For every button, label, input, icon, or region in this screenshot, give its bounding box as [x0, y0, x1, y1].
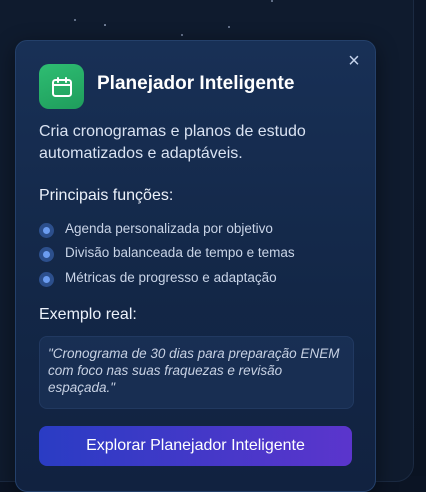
card-description: Cria cronogramas e planos de estudo auto… — [39, 123, 306, 162]
function-label: Divisão balanceada de tempo e temas — [65, 245, 295, 261]
function-label: Métricas de progresso e adaptação — [65, 269, 277, 285]
background-star — [271, 0, 273, 2]
calendar-icon — [39, 64, 84, 109]
background-star — [181, 34, 183, 36]
explore-planner-button[interactable]: Explorar Planejador Inteligente — [39, 426, 352, 466]
card-title: Planejador Inteligente — [97, 73, 295, 94]
bullet-icon — [39, 271, 54, 287]
bullet-icon — [39, 222, 54, 238]
function-label: Agenda personalizada por objetivo — [65, 220, 273, 236]
background-star — [104, 24, 106, 26]
list-item: Agenda personalizada por objetivo — [39, 216, 359, 241]
functions-list: Agenda personalizada por objetivo Divisã… — [39, 216, 359, 290]
functions-heading: Principais funções: — [39, 187, 174, 204]
close-icon[interactable]: × — [344, 51, 364, 71]
example-quote: "Cronograma de 30 dias para preparação E… — [48, 346, 340, 395]
example-heading: Exemplo real: — [39, 306, 137, 323]
list-item: Métricas de progresso e adaptação — [39, 265, 359, 290]
list-item: Divisão balanceada de tempo e temas — [39, 241, 359, 266]
bullet-icon — [39, 247, 54, 263]
background-star — [228, 26, 230, 28]
background-star — [74, 19, 76, 21]
